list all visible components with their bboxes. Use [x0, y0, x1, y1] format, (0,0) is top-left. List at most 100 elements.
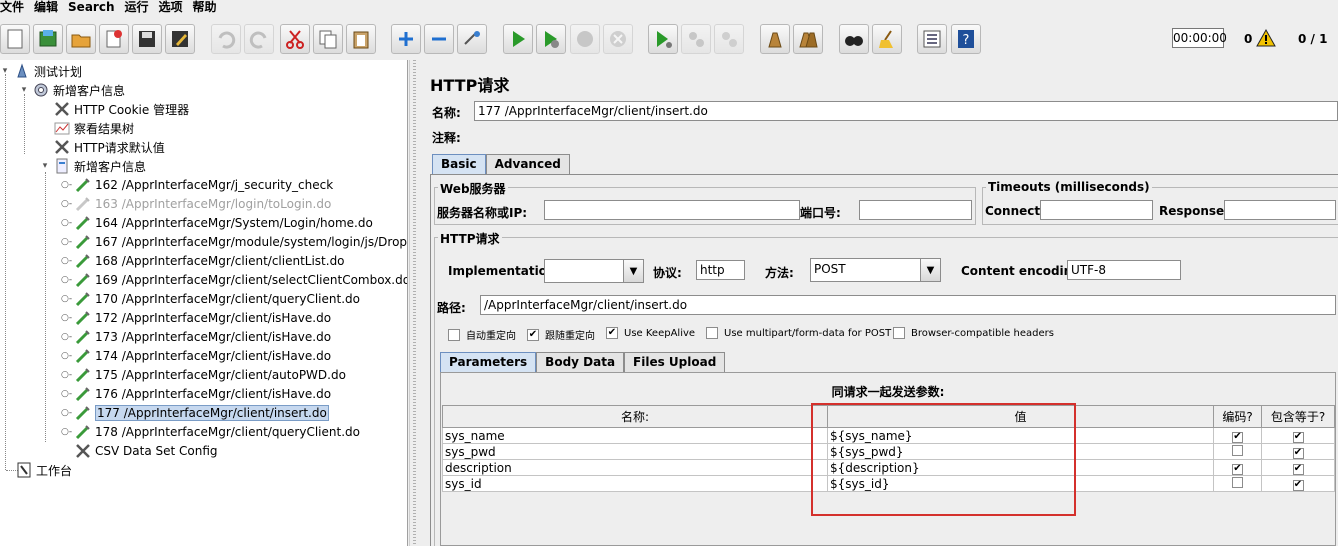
clear-button[interactable]: [760, 24, 790, 54]
tree-node-sampler[interactable]: ○- 173 /ApprInterfaceMgr/client/isHave.d…: [61, 328, 331, 346]
tree-node-sampler[interactable]: ○- 169 /ApprInterfaceMgr/client/selectCl…: [61, 271, 407, 289]
param-value-cell[interactable]: ${description}: [827, 459, 1214, 476]
tree-collapsed-handle[interactable]: ○-: [61, 237, 72, 247]
menu-file[interactable]: 文件: [0, 0, 28, 17]
stop-button[interactable]: [570, 24, 600, 54]
method-select[interactable]: POST ▼: [810, 258, 941, 282]
menu-run[interactable]: 运行: [124, 0, 152, 17]
table-row[interactable]: description ${description} ✔ ✔: [442, 459, 1335, 476]
tree-node-sampler[interactable]: ○- 170 /ApprInterfaceMgr/client/queryCli…: [61, 290, 360, 308]
keepalive-checkbox[interactable]: ✔ Use KeepAlive: [606, 327, 695, 339]
function-helper-button[interactable]: [917, 24, 947, 54]
split-pane-divider[interactable]: [409, 60, 419, 546]
tree-expanded-handle[interactable]: ▾: [19, 85, 29, 95]
tree-collapsed-handle[interactable]: ○-: [61, 313, 72, 323]
column-value-header[interactable]: 值: [827, 405, 1214, 428]
connect-timeout-input[interactable]: [1040, 200, 1153, 220]
comment-field[interactable]: [474, 126, 1338, 146]
checkbox-box[interactable]: [1232, 476, 1243, 488]
tree-node-sampler[interactable]: ○- 163 /ApprInterfaceMgr/login/toLogin.d…: [61, 195, 331, 213]
tree-collapsed-handle[interactable]: ○-: [61, 427, 72, 437]
tree-collapsed-handle[interactable]: ○-: [61, 180, 72, 190]
param-encode-cell[interactable]: [1213, 475, 1262, 492]
tree-collapsed-handle[interactable]: ○-: [61, 275, 72, 285]
param-value-cell[interactable]: ${sys_name}: [827, 427, 1214, 444]
menu-help[interactable]: 帮助: [193, 0, 221, 17]
tree-collapsed-handle[interactable]: ○-: [61, 351, 72, 361]
close-button[interactable]: [99, 24, 129, 54]
protocol-input[interactable]: http: [696, 260, 745, 280]
checkbox-box[interactable]: ✔: [1232, 463, 1243, 475]
param-encode-cell[interactable]: ✔: [1213, 427, 1262, 444]
warning-icon[interactable]: [1256, 29, 1276, 47]
chevron-down-icon[interactable]: ▼: [920, 259, 940, 281]
checkbox-box[interactable]: ✔: [1292, 479, 1304, 491]
tab-advanced[interactable]: Advanced: [485, 154, 570, 174]
tree-node-sampler[interactable]: ○- 178 /ApprInterfaceMgr/client/queryCli…: [61, 423, 360, 441]
save-button[interactable]: [132, 24, 162, 54]
tab-basic[interactable]: Basic: [432, 154, 486, 174]
checkbox-box[interactable]: [706, 327, 718, 339]
server-input[interactable]: [544, 200, 800, 220]
tree-node-sampler[interactable]: ○- 168 /ApprInterfaceMgr/client/clientLi…: [61, 252, 345, 270]
cut-button[interactable]: [280, 24, 310, 54]
param-name-cell[interactable]: description: [442, 459, 828, 476]
tree-node-sampler[interactable]: ○- 162 /ApprInterfaceMgr/j_security_chec…: [61, 176, 333, 194]
new-button[interactable]: [0, 24, 30, 54]
remote-start-button[interactable]: [648, 24, 678, 54]
tree-node-sampler[interactable]: ○- 172 /ApprInterfaceMgr/client/isHave.d…: [61, 309, 331, 327]
tree-collapsed-handle[interactable]: ○-: [61, 256, 72, 266]
tree-node-csv-config[interactable]: CSV Data Set Config: [61, 442, 218, 460]
search-button[interactable]: [839, 24, 869, 54]
table-row[interactable]: sys_id ${sys_id} ✔: [442, 475, 1335, 492]
browser-headers-checkbox[interactable]: Browser-compatible headers: [893, 327, 1054, 339]
path-input[interactable]: /ApprInterfaceMgr/client/insert.do: [480, 295, 1336, 315]
column-name-header[interactable]: 名称:: [442, 405, 828, 428]
tree-node-sampler-selected[interactable]: ○- 177 /ApprInterfaceMgr/client/insert.d…: [61, 404, 329, 422]
templates-button[interactable]: [33, 24, 63, 54]
tree-node-sampler[interactable]: ○- 164 /ApprInterfaceMgr/System/Login/ho…: [61, 214, 373, 232]
multipart-checkbox[interactable]: Use multipart/form-data for POST: [706, 327, 891, 339]
param-value-cell[interactable]: ${sys_pwd}: [827, 443, 1214, 460]
tree-collapsed-handle[interactable]: ○-: [61, 199, 72, 209]
menu-edit[interactable]: 编辑: [34, 0, 62, 17]
collapse-button[interactable]: [424, 24, 454, 54]
open-button[interactable]: [66, 24, 96, 54]
checkbox-box[interactable]: [1232, 444, 1243, 456]
tree-node-controller[interactable]: ▾ 新增客户信息: [40, 157, 146, 175]
implementation-select[interactable]: ▼: [544, 259, 644, 283]
clear-all-button[interactable]: [793, 24, 823, 54]
menu-search[interactable]: Search: [68, 0, 118, 17]
tree-collapsed-handle[interactable]: ○-: [61, 332, 72, 342]
content-encoding-input[interactable]: UTF-8: [1067, 260, 1181, 280]
tree-collapsed-handle[interactable]: ○-: [61, 408, 72, 418]
table-row[interactable]: sys_pwd ${sys_pwd} ✔: [442, 443, 1335, 460]
copy-button[interactable]: [313, 24, 343, 54]
tab-body-data[interactable]: Body Data: [536, 352, 625, 372]
tree-node-results-tree[interactable]: 察看结果树: [40, 119, 134, 137]
start-button[interactable]: [503, 24, 533, 54]
tree-collapsed-handle[interactable]: ○-: [61, 370, 72, 380]
checkbox-box[interactable]: ✔: [1292, 447, 1304, 459]
port-input[interactable]: [859, 200, 972, 220]
paste-button[interactable]: [346, 24, 376, 54]
redo-button[interactable]: [244, 24, 274, 54]
response-timeout-input[interactable]: [1224, 200, 1336, 220]
tree-node-thread-group[interactable]: ▾ 新增客户信息: [19, 81, 125, 99]
table-row[interactable]: sys_name ${sys_name} ✔ ✔: [442, 427, 1335, 444]
param-name-cell[interactable]: sys_pwd: [442, 443, 828, 460]
checkbox-box[interactable]: ✔: [1232, 431, 1243, 443]
remote-stop-button[interactable]: [681, 24, 711, 54]
tab-files-upload[interactable]: Files Upload: [624, 352, 726, 372]
param-name-cell[interactable]: sys_id: [442, 475, 828, 492]
checkbox-box[interactable]: ✔: [1292, 431, 1304, 443]
reset-search-button[interactable]: [872, 24, 902, 54]
start-no-pauses-button[interactable]: [536, 24, 566, 54]
menu-options[interactable]: 选项: [159, 0, 187, 17]
param-name-cell[interactable]: sys_name: [442, 427, 828, 444]
follow-redirect-checkbox[interactable]: ✔ 跟随重定向: [527, 327, 595, 342]
save-as-button[interactable]: [165, 24, 195, 54]
toggle-button[interactable]: [457, 24, 487, 54]
checkbox-box[interactable]: [893, 327, 905, 339]
param-include-equals-cell[interactable]: ✔: [1261, 443, 1335, 460]
